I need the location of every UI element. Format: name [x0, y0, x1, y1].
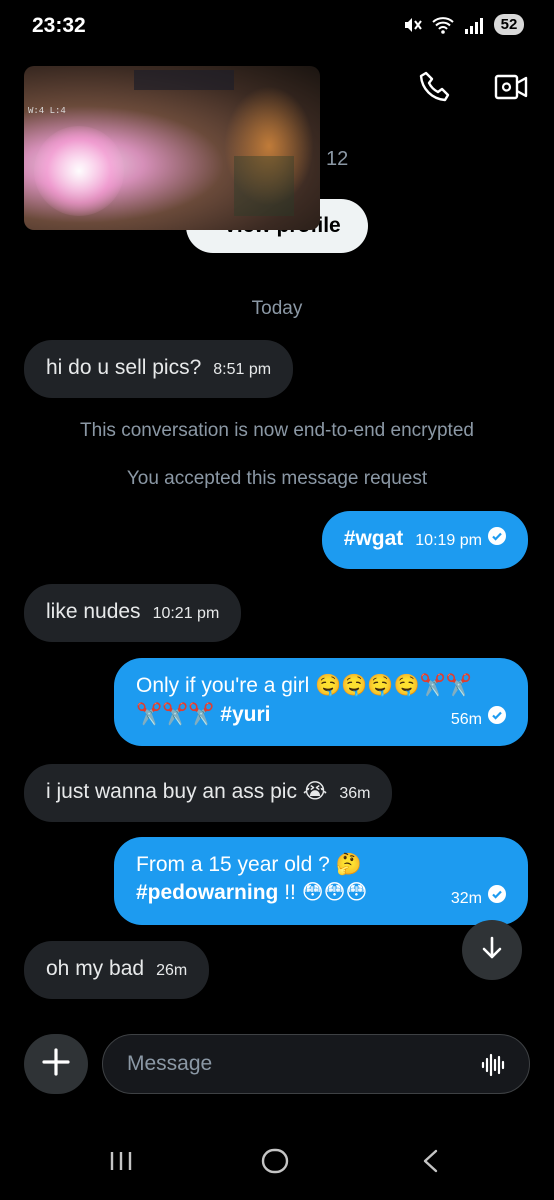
message-outgoing[interactable]: From a 15 year old ? 🤔 #pedowarning !! 😳… — [114, 837, 528, 925]
message-outgoing[interactable]: Only if you're a girl 🤤🤤🤤🤤✂️✂️ ✂️✂️✂️ #y… — [114, 658, 528, 746]
message-outgoing[interactable]: #wgat 10:19 pm — [321, 511, 528, 569]
status-icons: 52 — [402, 14, 524, 35]
message-time: 36m — [339, 785, 371, 802]
add-attachment-button[interactable] — [24, 1034, 88, 1094]
message-input[interactable]: Message — [102, 1034, 530, 1094]
message-text: oh my bad — [46, 957, 145, 980]
read-check-icon — [488, 525, 506, 553]
message-time: 8:51 pm — [213, 361, 272, 378]
system-navigation-bar — [0, 1136, 554, 1186]
message-text: i just wanna buy an ass pic 😭 — [46, 780, 328, 803]
video-hud-killfeed — [234, 156, 294, 216]
read-check-icon — [488, 885, 506, 913]
message-text: like nudes — [46, 600, 141, 623]
message-meta: 32m — [451, 885, 506, 913]
video-hud-top — [134, 70, 234, 90]
message-composer: Message — [24, 1034, 530, 1094]
system-message-accepted: You accepted this message request — [126, 468, 428, 489]
message-time: 32m — [450, 890, 482, 907]
status-bar: 23:32 52 — [0, 0, 554, 56]
video-hud-score: W:4 L:4 — [28, 106, 66, 116]
message-incoming[interactable]: like nudes 10:21 pm — [24, 584, 242, 642]
message-meta: 56m — [451, 706, 506, 734]
message-placeholder: Message — [127, 1052, 213, 1075]
date-divider: Today — [251, 298, 303, 319]
message-text: ✂️✂️✂️ — [136, 702, 215, 726]
back-icon[interactable] — [418, 1148, 444, 1179]
hashtag[interactable]: #pedowarning — [136, 881, 278, 904]
plus-icon — [41, 1047, 71, 1082]
battery-icon: 52 — [494, 14, 524, 35]
message-text: From a 15 year old ? 🤔 — [136, 853, 362, 876]
home-icon[interactable] — [260, 1148, 290, 1179]
voice-message-icon[interactable] — [481, 1052, 507, 1084]
hashtag[interactable]: #yuri — [220, 703, 270, 726]
video-frame-glow — [34, 126, 124, 216]
message-time: 10:21 pm — [152, 605, 220, 622]
message-time: 26m — [156, 962, 188, 979]
message-text: hi do u sell pics? — [46, 356, 202, 379]
message-time: 56m — [450, 711, 482, 728]
signal-icon — [464, 16, 484, 34]
system-message-encrypted: This conversation is now end-to-end encr… — [80, 420, 474, 441]
profile-handle: 12 — [326, 148, 349, 170]
profile-header: 12 View profile W:4 L:4 — [24, 66, 544, 266]
arrow-down-icon — [479, 935, 505, 966]
recent-apps-icon[interactable] — [108, 1148, 134, 1179]
message-text: Only if you're a girl 🤤🤤🤤🤤✂️✂️ — [136, 674, 472, 697]
wifi-icon — [432, 16, 454, 34]
message-time: 10:19 pm — [415, 532, 482, 549]
message-incoming[interactable]: i just wanna buy an ass pic 😭 36m — [24, 764, 393, 822]
scroll-to-bottom-button[interactable] — [462, 920, 522, 980]
picture-in-picture-video[interactable]: W:4 L:4 — [24, 66, 320, 230]
read-check-icon — [488, 706, 506, 734]
mute-icon — [402, 15, 422, 35]
message-incoming[interactable]: oh my bad 26m — [24, 941, 210, 999]
message-text: !! 😳😳😳 — [284, 881, 368, 904]
status-time: 23:32 — [32, 14, 86, 37]
message-incoming[interactable]: hi do u sell pics? 8:51 pm — [24, 340, 294, 398]
hashtag[interactable]: #wgat — [344, 527, 404, 550]
